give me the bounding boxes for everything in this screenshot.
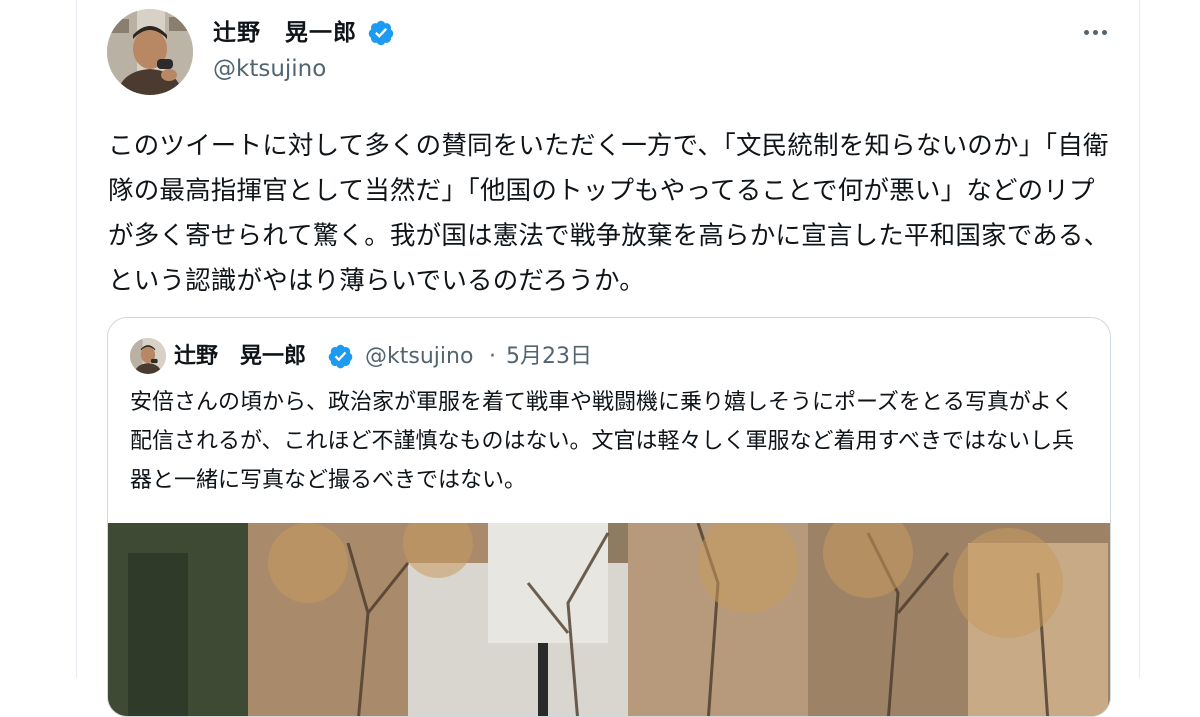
author-name[interactable]: 辻野 晃一郎 [213,18,357,48]
verified-badge-icon [368,20,394,46]
profile-photo-avatar [107,9,193,95]
avatar[interactable] [107,9,193,95]
author-handle[interactable]: @ktsujino [213,54,326,84]
quoted-tweet-card[interactable]: 辻野 晃一郎 @ktsujino · 5月23日 安倍さんの頃から、政治家が軍服… [107,317,1111,717]
quoted-author-handle: @ktsujino [365,344,474,369]
previous-content-edge [500,0,780,2]
quoted-tweet-date[interactable]: 5月23日 [506,342,592,372]
outdoor-trees-photo [108,523,1110,716]
profile-photo-avatar [130,338,166,374]
more-options-button[interactable] [1078,20,1112,44]
verified-badge-icon [328,344,353,369]
tweet-text: このツイートに対して多くの賛同をいただく一方で、「文民統制を知らないのか」「自衛… [108,131,1110,296]
quoted-tweet-text: 安倍さんの頃から、政治家が軍服を着て戦車や戦闘機に乗り嬉しそうにポーズをとる写真… [130,390,1075,493]
quoted-avatar [130,338,166,374]
quoted-tweet-media[interactable] [108,523,1110,716]
more-horizontal-icon [1083,29,1089,35]
quoted-author-name: 辻野 晃一郎 [174,344,307,369]
separator-dot: · [489,344,496,369]
